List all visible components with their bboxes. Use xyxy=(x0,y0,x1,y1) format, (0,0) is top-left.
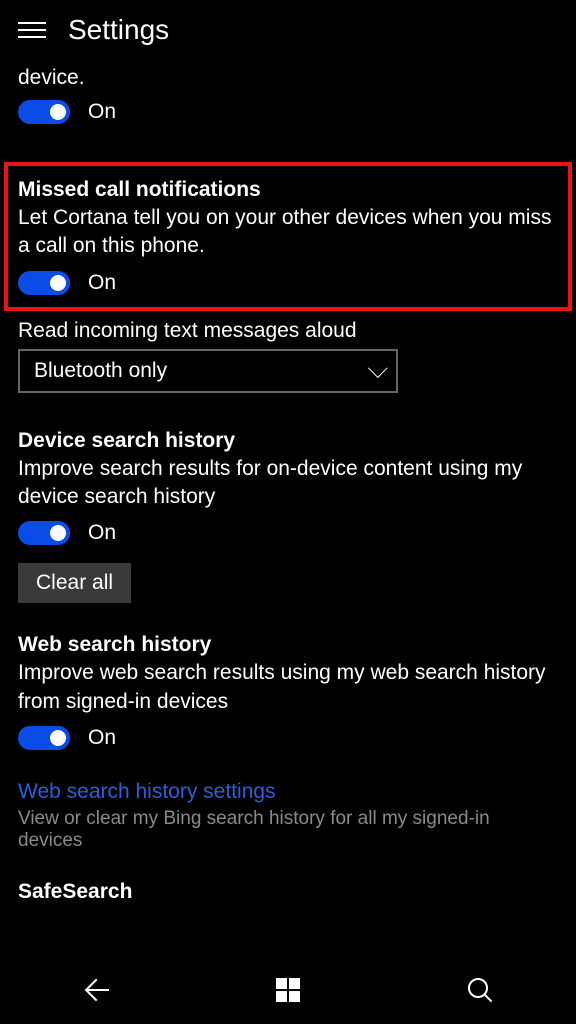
device-history-toggle[interactable] xyxy=(18,521,70,545)
web-history-desc: Improve web search results using my web … xyxy=(18,659,558,716)
missed-calls-toggle-row: On xyxy=(18,271,558,295)
bottom-nav-bar xyxy=(0,954,576,1024)
missed-calls-desc: Let Cortana tell you on your other devic… xyxy=(18,204,558,261)
device-history-toggle-label: On xyxy=(88,521,116,545)
partial-toggle[interactable] xyxy=(18,100,70,124)
web-history-title: Web search history xyxy=(18,633,558,657)
safesearch-title: SafeSearch xyxy=(18,880,558,904)
device-history-toggle-row: On xyxy=(18,521,558,545)
device-history-section: Device search history Improve search res… xyxy=(18,429,558,604)
web-history-section: Web search history Improve web search re… xyxy=(18,633,558,750)
web-history-toggle-label: On xyxy=(88,726,116,750)
missed-calls-title: Missed call notifications xyxy=(18,178,558,202)
windows-logo-icon xyxy=(276,978,300,1002)
search-button[interactable] xyxy=(440,965,520,1015)
web-history-settings-desc: View or clear my Bing search history for… xyxy=(18,808,558,852)
missed-calls-highlight: Missed call notifications Let Cortana te… xyxy=(4,162,572,311)
home-button[interactable] xyxy=(248,965,328,1015)
settings-content: device. On Missed call notifications Let… xyxy=(0,60,576,954)
partial-section-desc: device. xyxy=(18,66,558,90)
web-history-settings-link[interactable]: Web search history settings xyxy=(18,780,558,804)
read-aloud-select[interactable]: Bluetooth only xyxy=(18,349,398,393)
web-history-toggle-row: On xyxy=(18,726,558,750)
missed-calls-toggle-label: On xyxy=(88,271,116,295)
back-arrow-icon xyxy=(84,978,108,1002)
web-history-toggle[interactable] xyxy=(18,726,70,750)
partial-toggle-label: On xyxy=(88,100,116,124)
read-aloud-label: Read incoming text messages aloud xyxy=(18,319,558,343)
device-history-title: Device search history xyxy=(18,429,558,453)
back-button[interactable] xyxy=(56,965,136,1015)
hamburger-menu-icon[interactable] xyxy=(18,22,46,38)
partial-toggle-row: On xyxy=(18,100,558,124)
clear-all-button[interactable]: Clear all xyxy=(18,563,131,603)
page-title: Settings xyxy=(68,14,169,46)
device-history-desc: Improve search results for on-device con… xyxy=(18,455,558,512)
settings-header: Settings xyxy=(0,0,576,60)
missed-calls-toggle[interactable] xyxy=(18,271,70,295)
read-aloud-selected-value: Bluetooth only xyxy=(34,359,167,383)
search-icon xyxy=(468,978,492,1002)
chevron-down-icon xyxy=(368,358,388,378)
